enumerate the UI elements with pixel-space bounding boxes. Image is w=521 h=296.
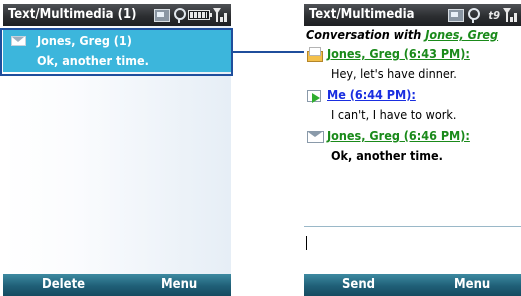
menu-softkey[interactable]: Menu — [454, 277, 490, 292]
callout-line — [233, 51, 306, 53]
message-header-link[interactable]: Jones, Greg (6:46 PM): — [306, 128, 470, 143]
envelope-icon — [306, 130, 324, 143]
signal-icon[interactable] — [213, 8, 228, 22]
contact-link[interactable]: Jones, Greg — [425, 27, 498, 42]
send-softkey[interactable]: Send — [342, 277, 375, 292]
title-bar: Text/Multimedia (1) — [3, 4, 231, 26]
notification-icon[interactable] — [467, 7, 481, 23]
notification-icon[interactable] — [173, 7, 186, 23]
delete-softkey[interactable]: Delete — [42, 277, 85, 292]
softkey-bar: Delete Menu — [3, 274, 231, 296]
text-cursor — [306, 236, 307, 250]
message-header-text: Jones, Greg (6:46 PM): — [327, 128, 470, 143]
title-bar: Text/Multimedia t9 — [304, 4, 521, 26]
open-envelope-icon — [306, 46, 324, 62]
compose-input[interactable] — [304, 226, 521, 274]
menu-softkey[interactable]: Menu — [161, 277, 197, 292]
status-icons[interactable]: t9 — [448, 7, 518, 23]
battery-icon[interactable] — [188, 10, 212, 20]
message-body: Ok, another time. — [331, 148, 443, 163]
softkey-bar: Send Menu — [304, 274, 521, 296]
message-body: I can't, I have to work. — [331, 107, 457, 122]
message-header-text: Jones, Greg (6:43 PM): — [327, 46, 470, 61]
network-indicator: t9 — [488, 8, 500, 22]
screen-title: Text/Multimedia (1) — [8, 7, 137, 22]
conversation-screen: Text/Multimedia t9 Conversation with Jon… — [304, 4, 521, 296]
status-icons[interactable] — [154, 7, 228, 23]
message-status-icon[interactable] — [154, 8, 170, 22]
message-status-icon[interactable] — [448, 8, 465, 22]
message-header-text: Me (6:44 PM): — [327, 87, 416, 102]
message-header-link[interactable]: Me (6:44 PM): — [306, 87, 416, 103]
sent-message-icon — [306, 88, 324, 103]
signal-icon[interactable] — [503, 8, 518, 22]
conversation-label: Conversation with — [306, 27, 422, 42]
message-body: Hey, let's have dinner. — [331, 66, 457, 81]
message-header-link[interactable]: Jones, Greg (6:43 PM): — [306, 46, 470, 62]
conversation-header: Conversation with Jones, Greg — [306, 27, 498, 42]
screen-title: Text/Multimedia — [309, 7, 415, 22]
highlight-box — [0, 28, 233, 76]
